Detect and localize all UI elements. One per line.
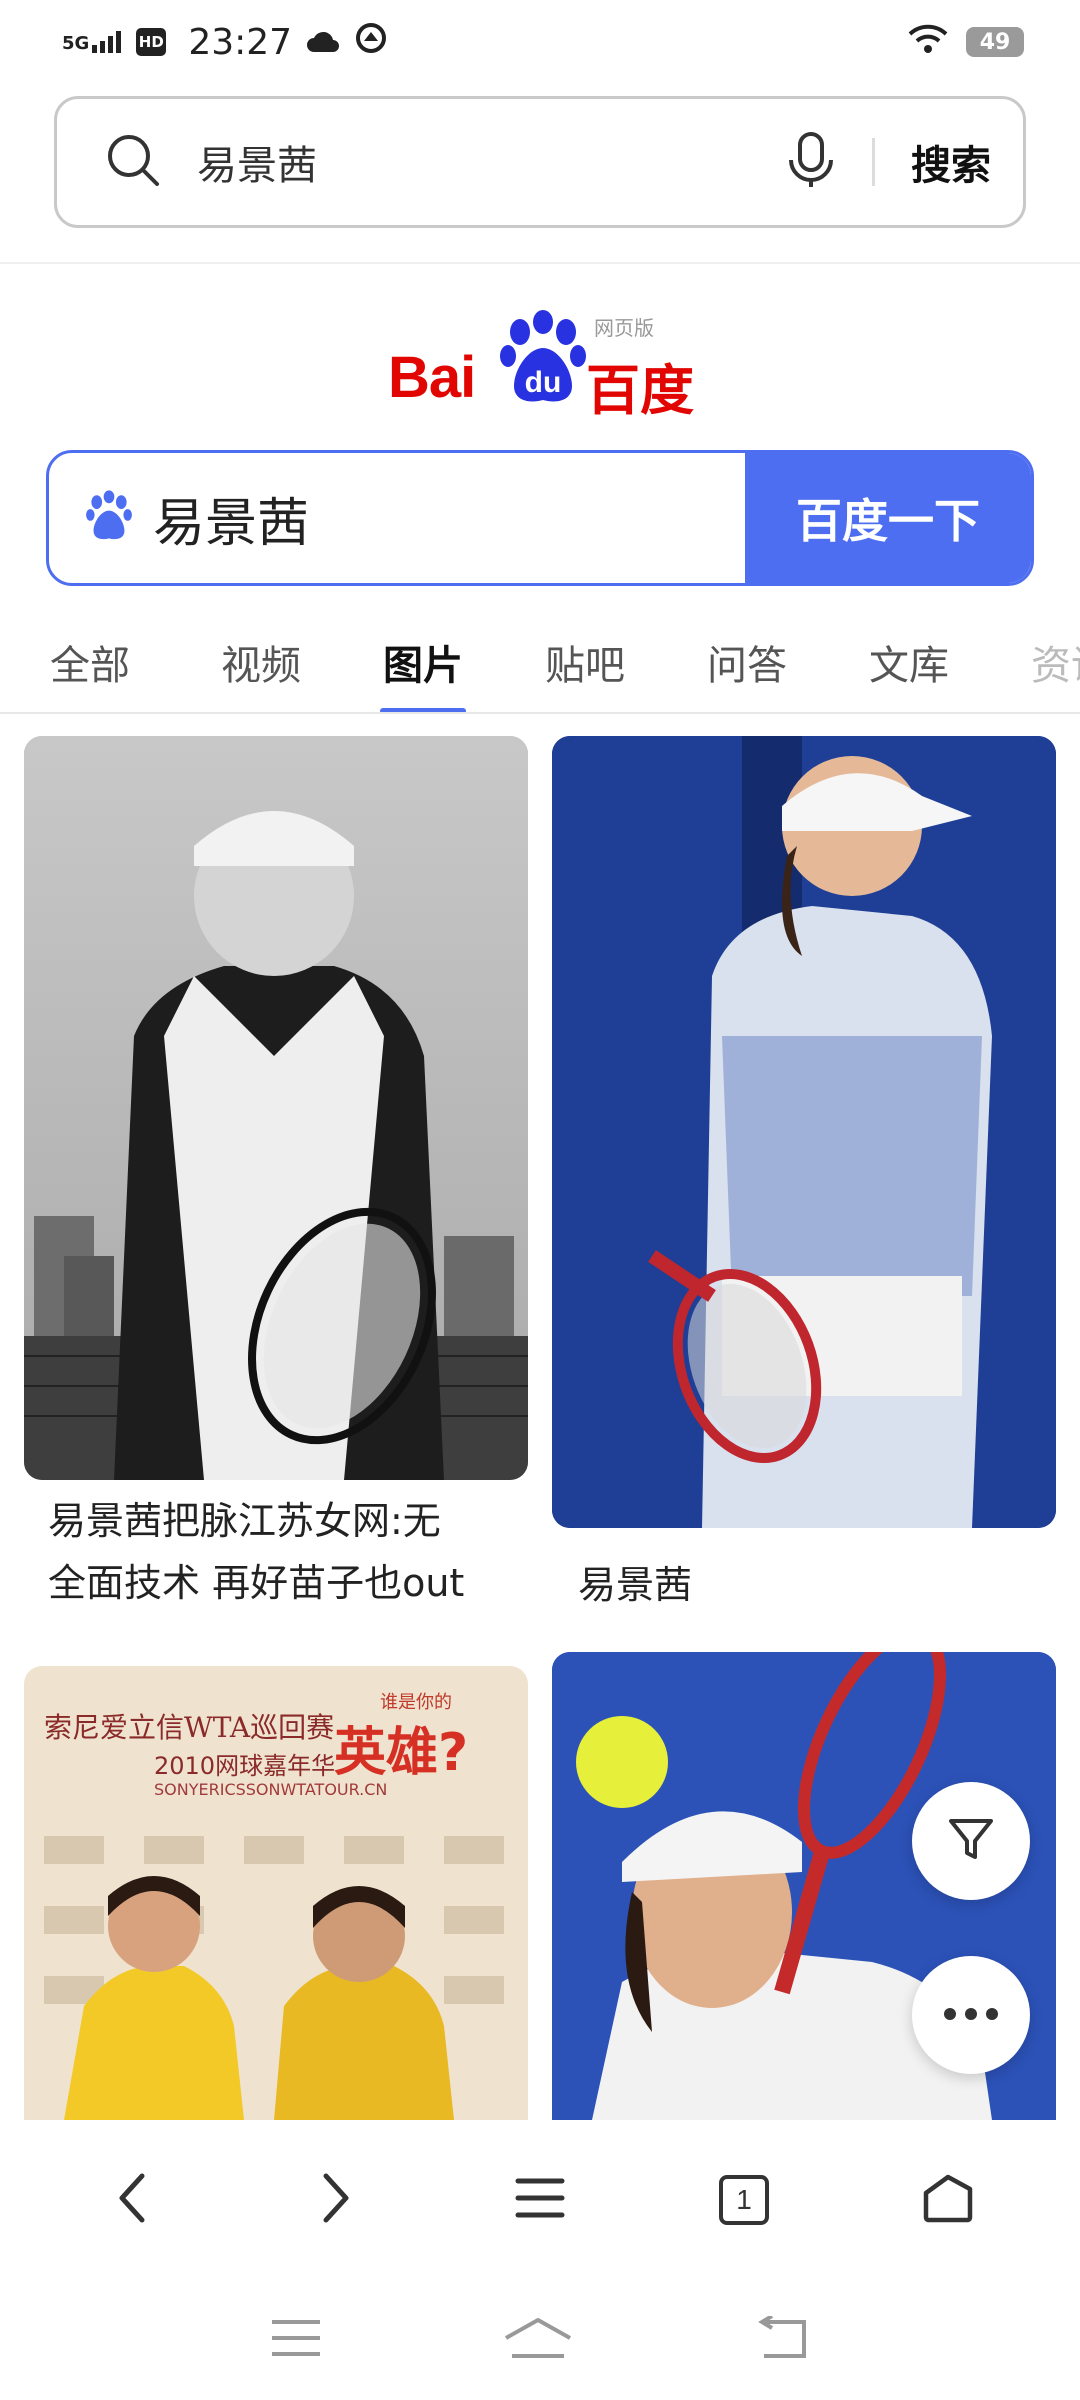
menu-icon xyxy=(515,2176,565,2224)
filter-icon xyxy=(945,1813,997,1869)
status-bar: 5G HD 23:27 49 xyxy=(0,0,1080,84)
chevron-right-icon xyxy=(316,2172,356,2228)
forward-button[interactable] xyxy=(281,2145,391,2255)
baidu-search-input[interactable]: 易景茜 xyxy=(153,481,745,556)
result-caption-2[interactable]: 易景茜 xyxy=(578,1554,1038,1616)
browser-query-text[interactable]: 易景茜 xyxy=(197,133,786,191)
browser-address-bar[interactable]: 易景茜 搜索 xyxy=(54,96,1026,228)
status-time: 23:27 xyxy=(188,21,293,63)
baidu-search-box[interactable]: 易景茜 百度一下 xyxy=(46,450,1034,586)
caption-line: 易景茜 xyxy=(578,1563,693,1607)
system-navigation-bar xyxy=(0,2280,1080,2400)
baidu-paw-logo-icon: du xyxy=(498,310,588,410)
divider xyxy=(0,262,1080,264)
result-image-3[interactable]: 索尼爱立信WTA巡回赛 2010网球嘉年华 SONYERICSSONWTATOU… xyxy=(24,1666,528,2120)
result-caption-1[interactable]: 易景茜把脉江苏女网:无 全面技术 再好苗子也out xyxy=(48,1490,528,1614)
system-home-icon xyxy=(505,2318,571,2358)
caption-line: 易景茜把脉江苏女网:无 xyxy=(48,1499,441,1543)
recent-apps-icon xyxy=(272,2320,320,2356)
tabs-icon: 1 xyxy=(719,2175,769,2225)
system-back-icon xyxy=(758,2314,806,2358)
recent-apps-button[interactable] xyxy=(270,2318,322,2362)
tab-tieba[interactable]: 贴吧 xyxy=(504,612,666,712)
tab-video[interactable]: 视频 xyxy=(180,612,342,712)
baidu-logo[interactable]: Bai du 百度 网页版 xyxy=(388,304,698,422)
battery-icon: 49 xyxy=(966,27,1024,57)
hd-icon: HD xyxy=(136,28,167,56)
search-tabs: 全部 视频 图片 贴吧 问答 文库 资讯 xyxy=(0,612,1080,714)
home-button[interactable] xyxy=(893,2145,1003,2255)
web-version-label: 网页版 xyxy=(594,316,654,340)
baidu-search-button[interactable]: 百度一下 xyxy=(745,453,1031,583)
system-back-button[interactable] xyxy=(754,2314,810,2364)
tab-wenku[interactable]: 文库 xyxy=(828,612,990,712)
search-icon xyxy=(105,132,161,192)
poster-photo xyxy=(44,1836,504,2120)
tabs-button[interactable]: 1 xyxy=(689,2145,799,2255)
system-home-button[interactable] xyxy=(502,2316,574,2364)
signal-icon: 5G xyxy=(62,31,122,53)
chevron-left-icon xyxy=(112,2172,152,2228)
home-icon xyxy=(922,2173,974,2227)
tab-all[interactable]: 全部 xyxy=(0,612,180,712)
caption-line: 全面技术 再好苗子也out xyxy=(48,1561,465,1605)
browser-search-button[interactable]: 搜索 xyxy=(911,133,991,191)
wifi-icon xyxy=(908,22,948,63)
result-image-1[interactable] xyxy=(24,736,528,1480)
microphone-icon[interactable] xyxy=(786,132,836,192)
logo-chinese-text: 百度 xyxy=(586,359,694,422)
network-type: 5G xyxy=(62,33,90,54)
tab-images[interactable]: 图片 xyxy=(342,612,504,712)
tab-qa[interactable]: 问答 xyxy=(666,612,828,712)
cloud-icon xyxy=(306,22,340,63)
back-button[interactable] xyxy=(77,2145,187,2255)
filter-button[interactable] xyxy=(912,1782,1030,1900)
more-button[interactable] xyxy=(912,1956,1030,2074)
menu-button[interactable] xyxy=(485,2145,595,2255)
result-image-2[interactable] xyxy=(552,736,1056,1528)
app-notification-icon xyxy=(354,21,388,64)
divider xyxy=(872,138,875,186)
photo-player-blue xyxy=(552,736,1056,1528)
baidu-paw-icon xyxy=(85,490,133,546)
tab-count: 1 xyxy=(736,2184,752,2215)
logo-latin-text: Bai xyxy=(388,345,476,410)
photo-player-bw xyxy=(24,736,528,1480)
browser-toolbar: 1 xyxy=(0,2120,1080,2280)
more-icon xyxy=(943,2006,999,2025)
tab-news[interactable]: 资讯 xyxy=(990,612,1080,712)
svg-text:du: du xyxy=(525,366,562,399)
